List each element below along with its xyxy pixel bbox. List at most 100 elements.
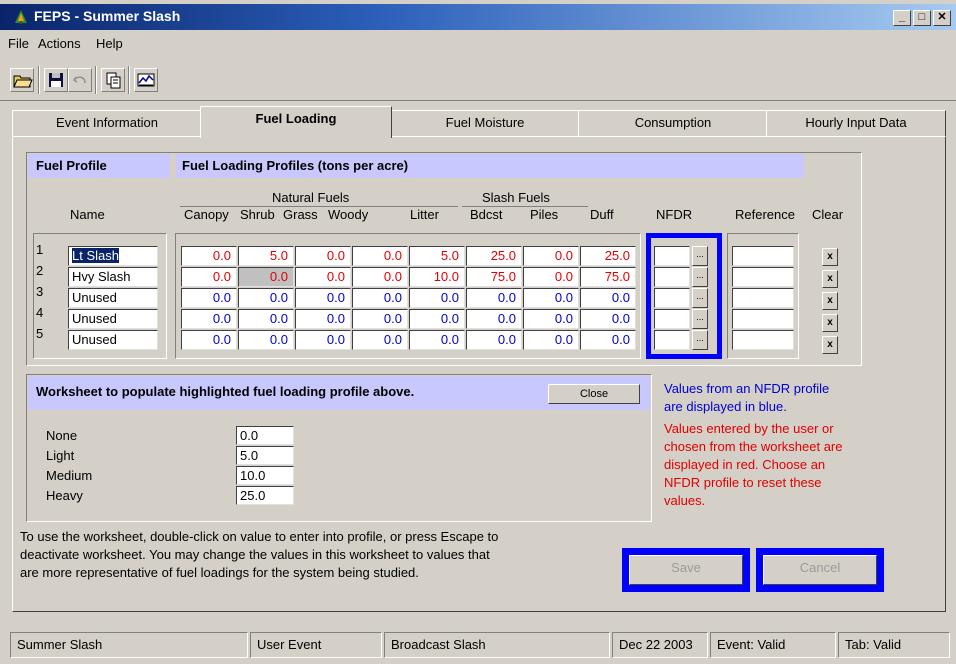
fuel-profile-header: Fuel Profile (28, 154, 170, 178)
fuel-value-cell[interactable]: 0.0 (181, 267, 237, 287)
fuel-value-cell-selected[interactable]: 0.0 (238, 267, 294, 287)
tab-fuel-loading[interactable]: Fuel Loading (200, 106, 392, 138)
reference-field[interactable] (732, 330, 794, 350)
nfdr-field[interactable] (654, 246, 690, 266)
profile-name-input[interactable]: Unused (68, 309, 158, 329)
fuel-value-cell[interactable]: 10.0 (409, 267, 465, 287)
cancel-button[interactable]: Cancel (756, 548, 884, 592)
user-value-note: values. (664, 493, 706, 508)
profile-name-input[interactable]: Unused (68, 288, 158, 308)
reference-field[interactable] (732, 267, 794, 287)
fuel-value-cell[interactable]: 75.0 (580, 267, 636, 287)
fuel-value-cell[interactable]: 0.0 (295, 330, 351, 350)
fuel-value-cell[interactable]: 0.0 (238, 288, 294, 308)
fuel-value-cell[interactable]: 0.0 (580, 288, 636, 308)
fuel-value-cell[interactable]: 0.0 (523, 288, 579, 308)
save-button[interactable]: Save (622, 548, 750, 592)
maximize-button[interactable]: □ (913, 10, 931, 26)
minimize-button[interactable]: _ (893, 10, 911, 26)
fuel-value-cell[interactable]: 25.0 (466, 246, 522, 266)
clear-row-button[interactable]: x (822, 292, 838, 310)
menu-actions[interactable]: Actions (38, 36, 81, 51)
fuel-value-cell[interactable]: 0.0 (295, 267, 351, 287)
col-header-litter: Litter (410, 207, 439, 222)
fuel-value-cell[interactable]: 5.0 (409, 246, 465, 266)
nfdr-field[interactable] (654, 288, 690, 308)
open-icon (13, 75, 33, 88)
fuel-value-cell[interactable]: 0.0 (580, 330, 636, 350)
menu-file[interactable]: File (8, 36, 29, 51)
copy-button[interactable] (101, 68, 125, 92)
fuel-value-cell[interactable]: 0.0 (352, 267, 408, 287)
reference-field[interactable] (732, 309, 794, 329)
profile-name-input[interactable]: Unused (68, 330, 158, 350)
fuel-value-cell[interactable]: 0.0 (409, 309, 465, 329)
clear-row-button[interactable]: x (822, 336, 838, 354)
tab-event-information[interactable]: Event Information (12, 110, 202, 136)
nfdr-browse-button[interactable]: ... (692, 246, 708, 266)
nfdr-field[interactable] (654, 330, 690, 350)
fuel-value-cell[interactable]: 0.0 (181, 309, 237, 329)
worksheet-value-field[interactable]: 10.0 (236, 466, 294, 485)
fuel-value-cell[interactable]: 0.0 (295, 288, 351, 308)
clear-row-button[interactable]: x (822, 248, 838, 266)
tab-consumption[interactable]: Consumption (578, 110, 768, 136)
worksheet-close-button[interactable]: Close (548, 384, 640, 404)
worksheet-value-field[interactable]: 5.0 (236, 446, 294, 465)
fuel-value-cell[interactable]: 0.0 (352, 288, 408, 308)
fuel-value-cell[interactable]: 0.0 (409, 288, 465, 308)
clear-row-button[interactable]: x (822, 270, 838, 288)
close-window-button[interactable]: ✕ (933, 10, 951, 26)
nfdr-browse-button[interactable]: ... (692, 309, 708, 329)
undo-button[interactable] (68, 68, 92, 92)
clear-row-button[interactable]: x (822, 314, 838, 332)
profile-name-input[interactable]: Lt Slash (68, 246, 158, 266)
open-button[interactable] (10, 68, 34, 92)
chart-button[interactable] (134, 68, 158, 92)
fuel-value-cell[interactable]: 0.0 (238, 309, 294, 329)
worksheet-value-field[interactable]: 0.0 (236, 426, 294, 445)
fuel-value-cell[interactable]: 0.0 (466, 288, 522, 308)
fuel-value-cell[interactable]: 0.0 (352, 309, 408, 329)
toolbar-separator (95, 66, 97, 94)
chart-icon (137, 73, 155, 87)
fuel-value-cell[interactable]: 0.0 (523, 267, 579, 287)
fuel-value-cell[interactable]: 0.0 (181, 288, 237, 308)
nfdr-field[interactable] (654, 267, 690, 287)
fuel-value-cell[interactable]: 0.0 (523, 246, 579, 266)
status-burn-type: Broadcast Slash (384, 632, 610, 658)
fuel-value-cell[interactable]: 0.0 (181, 330, 237, 350)
tab-fuel-moisture[interactable]: Fuel Moisture (390, 110, 580, 136)
nfdr-field[interactable] (654, 309, 690, 329)
fuel-value-cell[interactable]: 0.0 (352, 330, 408, 350)
fuel-value-cell[interactable]: 0.0 (238, 330, 294, 350)
fuel-value-cell[interactable]: 0.0 (295, 246, 351, 266)
worksheet-value-field[interactable]: 25.0 (236, 486, 294, 505)
menu-help[interactable]: Help (96, 36, 123, 51)
status-event-type: User Event (250, 632, 382, 658)
fuel-value-cell[interactable]: 0.0 (295, 309, 351, 329)
worksheet-help-line: deactivate worksheet. You may change the… (20, 547, 490, 562)
toolbar-divider (0, 100, 956, 101)
fuel-value-cell[interactable]: 5.0 (238, 246, 294, 266)
nfdr-browse-button[interactable]: ... (692, 330, 708, 350)
fuel-value-cell[interactable]: 75.0 (466, 267, 522, 287)
fuel-value-cell[interactable]: 0.0 (352, 246, 408, 266)
tab-hourly-input-data[interactable]: Hourly Input Data (766, 110, 946, 136)
fuel-value-cell[interactable]: 0.0 (580, 309, 636, 329)
reference-field[interactable] (732, 288, 794, 308)
reference-field[interactable] (732, 246, 794, 266)
fuel-value-cell[interactable]: 0.0 (523, 330, 579, 350)
fuel-value-cell[interactable]: 0.0 (181, 246, 237, 266)
window-title: FEPS - Summer Slash (34, 8, 181, 24)
nfdr-browse-button[interactable]: ... (692, 267, 708, 287)
save-button-toolbar[interactable] (44, 68, 68, 92)
fuel-value-cell[interactable]: 0.0 (523, 309, 579, 329)
fuel-value-cell[interactable]: 0.0 (466, 330, 522, 350)
fuel-value-cell[interactable]: 0.0 (466, 309, 522, 329)
fuel-value-cell[interactable]: 0.0 (409, 330, 465, 350)
profile-name-input[interactable]: Hvy Slash (68, 267, 158, 287)
worksheet-label-none: None (46, 428, 78, 443)
fuel-value-cell[interactable]: 25.0 (580, 246, 636, 266)
nfdr-browse-button[interactable]: ... (692, 288, 708, 308)
